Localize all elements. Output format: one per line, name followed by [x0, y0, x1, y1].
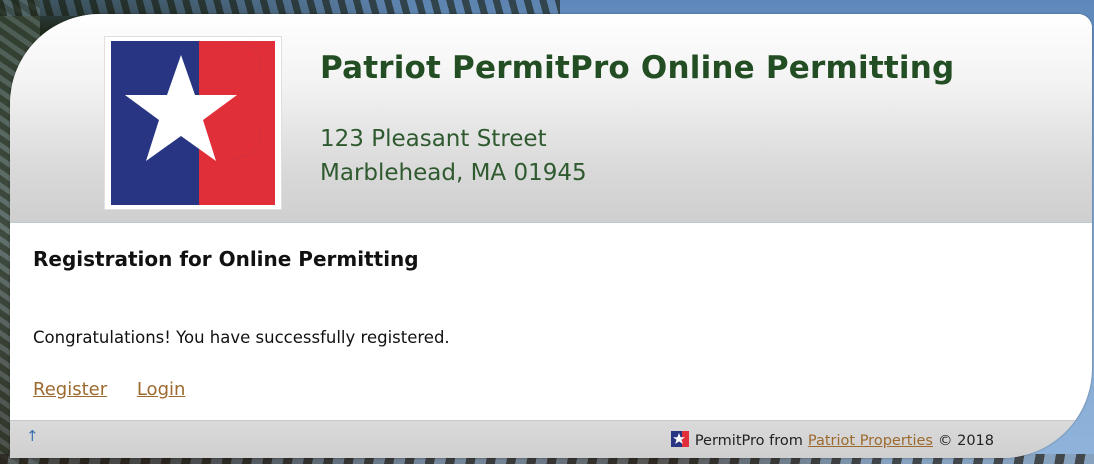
header: Patriot PermitPro Online Permitting 123 …	[10, 14, 1092, 223]
action-links: Register Login	[33, 379, 209, 400]
register-link[interactable]: Register	[33, 379, 107, 400]
patriot-properties-link[interactable]: Patriot Properties	[808, 433, 933, 449]
patriot-logo-icon	[111, 41, 275, 205]
patriot-logo	[104, 36, 282, 210]
permitpro-mini-logo-icon	[670, 431, 689, 451]
footer: ↑ PermitPro from Patriot Properties © 20…	[10, 420, 1092, 458]
footer-copyright: © 2018	[937, 433, 994, 449]
scroll-top-arrow-icon[interactable]: ↑	[26, 427, 39, 445]
login-link[interactable]: Login	[137, 379, 186, 400]
site-title: Patriot PermitPro Online Permitting	[320, 50, 955, 86]
main-panel: Patriot PermitPro Online Permitting 123 …	[10, 14, 1092, 458]
success-message: Congratulations! You have successfully r…	[33, 328, 450, 347]
footer-product-text: PermitPro from	[694, 433, 803, 449]
address-line-1: 123 Pleasant Street	[320, 126, 547, 152]
footer-credits: PermitPro from Patriot Properties © 2018	[670, 431, 994, 451]
page-title: Registration for Online Permitting	[33, 247, 419, 271]
address-line-2: Marblehead, MA 01945	[320, 160, 587, 186]
